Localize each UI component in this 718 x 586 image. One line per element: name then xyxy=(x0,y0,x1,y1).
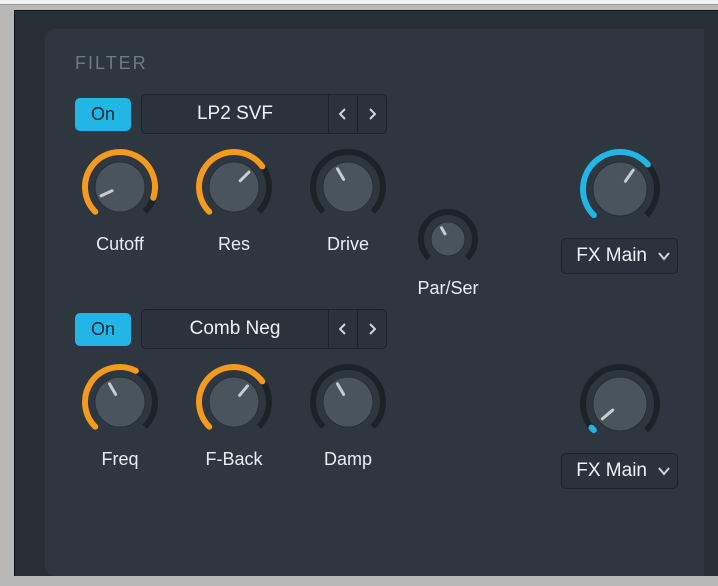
window-titlebar xyxy=(0,0,718,5)
filter1-type-select: LP2 SVF xyxy=(141,94,387,134)
damp-knob[interactable] xyxy=(309,363,387,441)
freq-label: Freq xyxy=(101,449,138,470)
drive-knob[interactable] xyxy=(309,148,387,226)
res-label: Res xyxy=(218,234,250,255)
out2-knob[interactable] xyxy=(579,363,661,445)
out1-knob[interactable] xyxy=(579,148,661,230)
filter2-header: On Comb Neg xyxy=(75,309,684,349)
filter2-knobs: Freq F-Back Damp FX Main xyxy=(75,363,684,489)
out2-select-value: FX Main xyxy=(576,460,647,482)
filter1-knobs: Cutoff Res Drive Par/Ser FX M xyxy=(75,148,684,299)
filter1-header: On LP2 SVF xyxy=(75,94,684,134)
section-title: FILTER xyxy=(75,53,684,74)
filter1-type-value[interactable]: LP2 SVF xyxy=(142,95,328,133)
drive-label: Drive xyxy=(327,234,369,255)
damp-label: Damp xyxy=(324,449,372,470)
fback-knob[interactable] xyxy=(195,363,273,441)
chevron-down-icon xyxy=(657,466,671,476)
out1-select[interactable]: FX Main xyxy=(561,238,678,274)
filter2-type-select: Comb Neg xyxy=(141,309,387,349)
par-ser-label: Par/Ser xyxy=(417,278,478,299)
filter2-type-value[interactable]: Comb Neg xyxy=(142,310,328,348)
fback-label: F-Back xyxy=(205,449,262,470)
res-knob[interactable] xyxy=(195,148,273,226)
filter1-type-prev[interactable] xyxy=(328,95,357,133)
chevron-down-icon xyxy=(657,251,671,261)
out1-select-value: FX Main xyxy=(576,245,647,267)
cutoff-label: Cutoff xyxy=(96,234,144,255)
cutoff-knob[interactable] xyxy=(81,148,159,226)
par-ser-knob[interactable] xyxy=(417,208,479,270)
filter2-on-button[interactable]: On xyxy=(75,313,131,346)
filter2-type-prev[interactable] xyxy=(328,310,357,348)
filter1-on-button[interactable]: On xyxy=(75,98,131,131)
filter1-type-next[interactable] xyxy=(357,95,386,133)
filter-panel: FILTER On LP2 SVF Cutoff xyxy=(14,10,718,576)
out2-select[interactable]: FX Main xyxy=(561,453,678,489)
filter2-type-next[interactable] xyxy=(357,310,386,348)
freq-knob[interactable] xyxy=(81,363,159,441)
